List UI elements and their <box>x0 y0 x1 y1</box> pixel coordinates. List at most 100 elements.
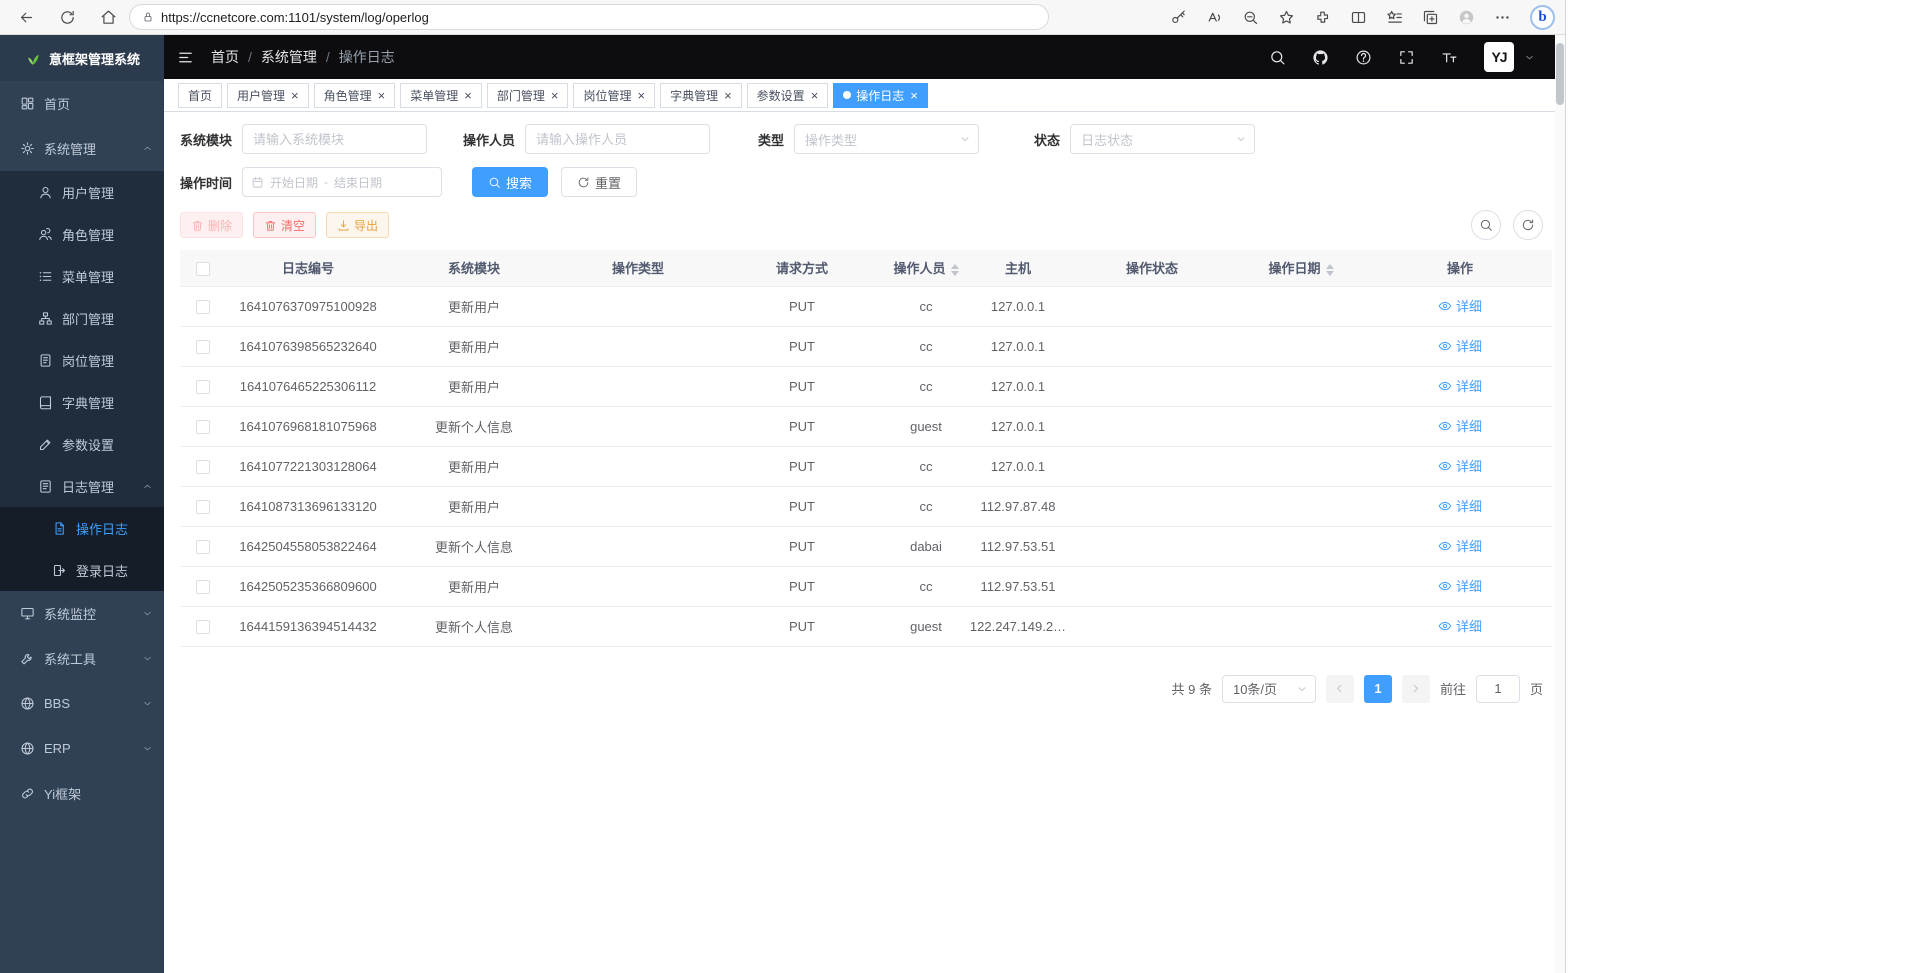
sidebar-item-role-management[interactable]: 角色管理 <box>0 213 164 255</box>
sidebar-item-menu-management[interactable]: 菜单管理 <box>0 255 164 297</box>
close-tab-icon[interactable]: × <box>637 89 645 102</box>
tab-post-management[interactable]: 岗位管理× <box>573 83 655 108</box>
detail-link[interactable]: 详细 <box>1438 456 1482 475</box>
sidebar-item-system-management[interactable]: 系统管理 <box>0 126 164 171</box>
search-button[interactable]: 搜索 <box>472 167 548 197</box>
sidebar-item-log-management[interactable]: 日志管理 <box>0 465 164 507</box>
column-header-date[interactable]: 操作日期 <box>1234 250 1368 286</box>
detail-link[interactable]: 详细 <box>1438 376 1482 395</box>
settings-more-icon[interactable] <box>1494 9 1511 26</box>
close-tab-icon[interactable]: × <box>910 89 918 102</box>
sidebar-item-login-log[interactable]: 登录日志 <box>0 549 164 591</box>
column-header-operator[interactable]: 操作人员 <box>886 250 966 286</box>
sidebar-item-param-settings[interactable]: 参数设置 <box>0 423 164 465</box>
split-screen-icon[interactable] <box>1350 9 1367 26</box>
scrollbar-thumb[interactable] <box>1556 43 1564 105</box>
tab-dict-management[interactable]: 字典管理× <box>660 83 742 108</box>
collections-icon[interactable] <box>1422 9 1439 26</box>
row-checkbox[interactable] <box>196 380 210 394</box>
tab-user-management[interactable]: 用户管理× <box>227 83 309 108</box>
close-tab-icon[interactable]: × <box>378 89 386 102</box>
sidebar-item-user-management[interactable]: 用户管理 <box>0 171 164 213</box>
detail-link[interactable]: 详细 <box>1438 496 1482 515</box>
sidebar-item-post-management[interactable]: 岗位管理 <box>0 339 164 381</box>
fullscreen-icon[interactable] <box>1398 49 1415 66</box>
sidebar-item-home[interactable]: 首页 <box>0 81 164 126</box>
row-checkbox[interactable] <box>196 620 210 634</box>
module-input[interactable] <box>242 124 427 154</box>
breadcrumb-item[interactable]: 首页 <box>211 47 239 67</box>
status-select[interactable]: 日志状态 <box>1070 124 1255 154</box>
toggle-search-button[interactable] <box>1471 210 1501 240</box>
breadcrumb-item[interactable]: 系统管理 <box>261 47 317 67</box>
page-scrollbar[interactable] <box>1555 35 1565 973</box>
operator-input[interactable] <box>525 124 710 154</box>
row-checkbox[interactable] <box>196 540 210 554</box>
favorites-add-icon[interactable] <box>1278 9 1295 26</box>
back-icon[interactable] <box>18 9 35 26</box>
delete-button[interactable]: 删除 <box>180 212 243 238</box>
sidebar-item-yi-framework[interactable]: Yi框架 <box>0 771 164 816</box>
detail-link[interactable]: 详细 <box>1438 576 1482 595</box>
password-key-icon[interactable] <box>1170 9 1187 26</box>
page-size-select[interactable]: 10条/页 <box>1222 675 1316 703</box>
close-tab-icon[interactable]: × <box>464 89 472 102</box>
search-icon[interactable] <box>1269 49 1286 66</box>
select-all-checkbox[interactable] <box>196 262 210 276</box>
tab-menu-management[interactable]: 菜单管理× <box>400 83 482 108</box>
row-checkbox[interactable] <box>196 340 210 354</box>
row-checkbox[interactable] <box>196 420 210 434</box>
user-avatar[interactable]: YJ <box>1484 42 1514 72</box>
row-checkbox[interactable] <box>196 460 210 474</box>
detail-link[interactable]: 详细 <box>1438 536 1482 555</box>
sidebar-item-system-monitor[interactable]: 系统监控 <box>0 591 164 636</box>
row-checkbox[interactable] <box>196 500 210 514</box>
close-tab-icon[interactable]: × <box>291 89 299 102</box>
detail-link[interactable]: 详细 <box>1438 336 1482 355</box>
row-checkbox[interactable] <box>196 300 210 314</box>
close-tab-icon[interactable]: × <box>551 89 559 102</box>
clear-button[interactable]: 清空 <box>253 212 316 238</box>
tab-home[interactable]: 首页 <box>178 83 222 108</box>
address-bar[interactable]: https://ccnetcore.com:1101/system/log/op… <box>129 4 1049 30</box>
detail-link[interactable]: 详细 <box>1438 416 1482 435</box>
read-aloud-icon[interactable] <box>1206 9 1223 26</box>
sidebar-item-operation-log[interactable]: 操作日志 <box>0 507 164 549</box>
home-icon[interactable] <box>100 9 117 26</box>
sidebar-item-dept-management[interactable]: 部门管理 <box>0 297 164 339</box>
refresh-table-button[interactable] <box>1513 210 1543 240</box>
date-range-picker[interactable]: 开始日期 - 结束日期 <box>242 167 442 197</box>
goto-page-input[interactable] <box>1476 675 1520 703</box>
font-size-icon[interactable] <box>1441 49 1458 66</box>
sidebar-item-bbs[interactable]: BBS <box>0 681 164 726</box>
browser-profile-icon[interactable] <box>1458 9 1475 26</box>
zoom-out-icon[interactable] <box>1242 9 1259 26</box>
browser-essentials-icon[interactable] <box>1314 9 1331 26</box>
refresh-page-icon[interactable] <box>59 9 76 26</box>
type-select[interactable]: 操作类型 <box>794 124 979 154</box>
sidebar-item-erp[interactable]: ERP <box>0 726 164 771</box>
caret-down-icon[interactable] <box>1524 52 1535 63</box>
close-tab-icon[interactable]: × <box>724 89 732 102</box>
tab-operation-log[interactable]: 操作日志× <box>833 83 928 108</box>
bing-copilot-icon[interactable]: b <box>1530 5 1555 30</box>
favorites-bar-icon[interactable] <box>1386 9 1403 26</box>
github-icon[interactable] <box>1312 49 1329 66</box>
tab-role-management[interactable]: 角色管理× <box>314 83 396 108</box>
detail-link[interactable]: 详细 <box>1438 296 1482 315</box>
sidebar-item-system-tools[interactable]: 系统工具 <box>0 636 164 681</box>
sidebar-item-dict-management[interactable]: 字典管理 <box>0 381 164 423</box>
tab-dept-management[interactable]: 部门管理× <box>487 83 569 108</box>
tab-param-settings[interactable]: 参数设置× <box>747 83 829 108</box>
reset-button[interactable]: 重置 <box>561 167 637 197</box>
next-page-button[interactable] <box>1402 675 1430 703</box>
row-checkbox[interactable] <box>196 580 210 594</box>
sort-icon[interactable] <box>1326 264 1334 276</box>
hamburger-icon[interactable] <box>177 49 194 66</box>
prev-page-button[interactable] <box>1326 675 1354 703</box>
detail-link[interactable]: 详细 <box>1438 616 1482 635</box>
export-button[interactable]: 导出 <box>326 212 389 238</box>
close-tab-icon[interactable]: × <box>811 89 819 102</box>
help-icon[interactable] <box>1355 49 1372 66</box>
sort-icon[interactable] <box>951 264 959 276</box>
